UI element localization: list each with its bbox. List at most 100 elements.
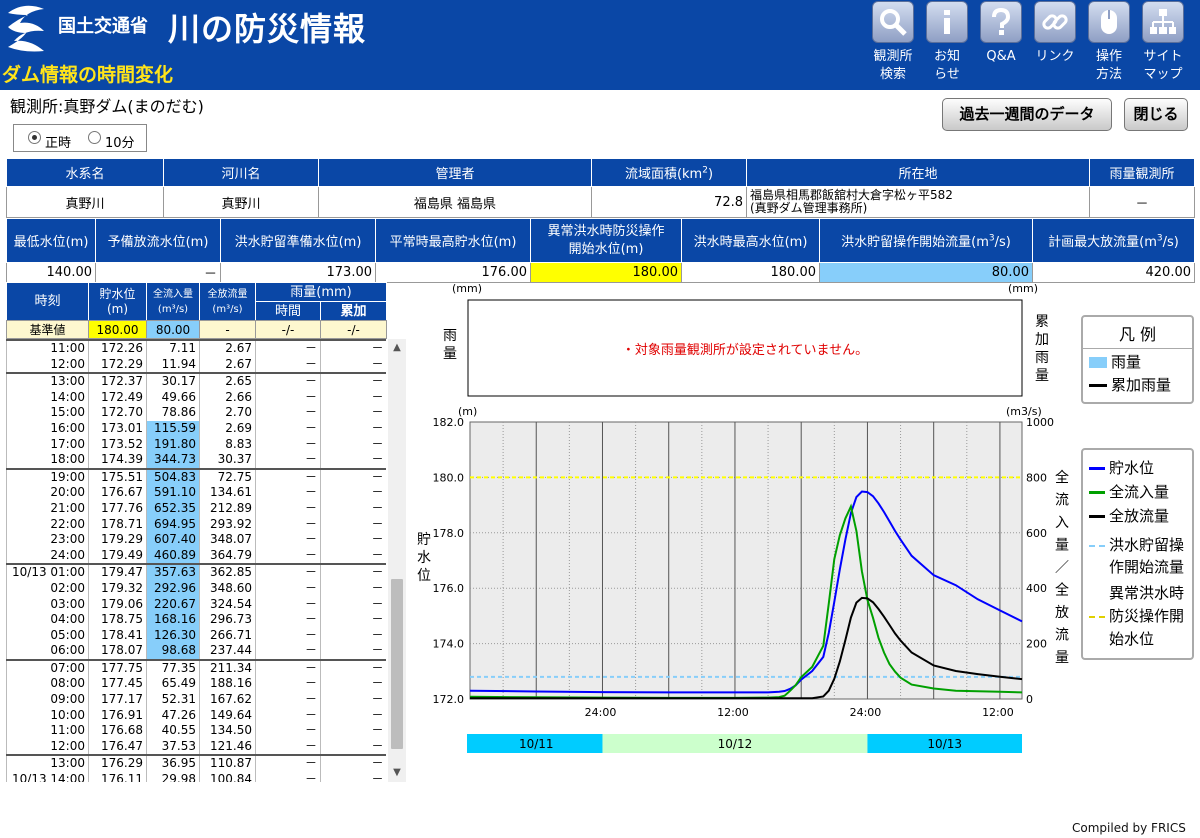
left-tick-label: 180.0 [433,471,465,484]
col-rain-cum: 累加 [319,301,388,321]
scroll-up-arrow-icon[interactable]: ▲ [388,339,406,357]
base-rain-hour: -/- [255,320,321,339]
row-time: 17:00 [6,436,89,453]
header-area: 流域面積(km2) [591,158,747,187]
row-time: 19:00 [6,468,89,486]
row-time: 18:00 [6,452,89,468]
table-row: 04:00 178.75 168.16 296.73 －－ [6,612,386,628]
value-normal-max: 176.00 [375,262,531,283]
left-label-char: 水 [417,550,431,566]
row-rain-hour: － [255,738,321,755]
row-rain-cum: － [320,738,386,755]
row-rain-hour: － [255,755,321,773]
row-inflow: 49.66 [146,389,200,406]
base-level: 180.00 [88,320,147,339]
row-rain-hour: － [255,643,321,659]
row-rain-hour: － [255,468,321,486]
row-outflow: 134.50 [199,723,256,739]
row-outflow: 188.16 [199,676,256,693]
row-time: 11:00 [6,340,89,357]
ministry-name: 国土交通省 [58,16,148,37]
nav-sitemap-button[interactable]: サイト マップ [1136,0,1190,90]
timeseries-scrollbar[interactable]: ▲ ▼ [388,339,406,782]
row-rain-cum: － [320,612,386,628]
legend-title: 凡 例 [1083,321,1192,349]
row-outflow: 266.71 [199,627,256,644]
row-inflow: 40.55 [146,723,200,739]
col-time: 時刻 [6,282,89,321]
row-rain-hour: － [255,596,321,613]
nav-link-button[interactable]: リンク [1028,0,1082,90]
right-label-char: ／ [1055,560,1069,576]
row-level: 172.26 [88,340,147,357]
row-time: 20:00 [6,485,89,501]
row-outflow: 121.46 [199,738,256,755]
table-row: 14:00 172.49 49.66 2.66 －－ [6,389,386,406]
nav-howto-button[interactable]: 操作 方法 [1082,0,1136,90]
table-row: 21:00 177.76 652.35 212.89 －－ [6,500,386,517]
dam-levels-table: 最低水位(m) 予備放流水位(m) 洪水貯留準備水位(m) 平常時最高貯水位(m… [6,218,1195,283]
table-row: 23:00 179.29 607.40 348.07 －－ [6,532,386,548]
right-label-char: 全 [1055,469,1069,486]
timeseries-group: 13:00 172.37 30.17 2.65 －－ 14:00 172.49 49.66 2.… [6,372,386,468]
row-rain-cum: － [320,356,386,373]
legend-abnormal-1: 異常洪水時 [1109,584,1185,602]
row-level: 172.29 [88,356,147,373]
row-level: 176.47 [88,738,147,755]
row-inflow: 292.96 [146,580,200,597]
table-row: 20:00 176.67 591.10 134.61 －－ [6,485,386,501]
row-inflow: 126.30 [146,627,200,644]
scroll-thumb[interactable] [391,579,403,749]
table-row: 11:00 172.26 7.11 2.67 －－ [6,340,386,357]
value-flood-max: 180.00 [681,262,820,283]
row-inflow: 52.31 [146,692,200,708]
baseline-row: 基準値 180.00 80.00 - -/- -/- [6,320,387,339]
right-label-char: 全 [1055,582,1069,599]
value-flood-prep: 173.00 [220,262,376,283]
row-outflow: 237.44 [199,643,256,659]
page-heading: ダム情報の時間変化 [2,64,174,86]
left-label-char: 貯 [417,532,431,548]
value-flood-flow: 80.00 [819,262,1033,283]
row-rain-cum: － [320,485,386,501]
ten-minute-label: 10分 [105,136,135,151]
left-label-char: 位 [417,568,431,584]
table-row: 18:00 174.39 344.73 30.37 －－ [6,452,386,468]
base-label: 基準値 [6,320,89,339]
timeseries-list[interactable]: 11:00 172.26 7.11 2.67 －－ 12:00 172.29 11.94 2.6… [6,339,386,782]
row-outflow: 2.67 [199,340,256,357]
past-week-data-button[interactable]: 過去一週間のデータ [942,98,1112,131]
legend-flood-flow-2: 作開始流量 [1109,558,1185,576]
header-rain-station: 雨量観測所 [1089,158,1195,187]
row-rain-cum: － [320,564,386,581]
row-rain-hour: － [255,772,321,782]
row-time: 05:00 [6,627,89,644]
sitemap-icon [1142,1,1184,43]
header-pre-release: 予備放流水位(m) [95,218,221,263]
table-row: 13:00 176.29 36.95 110.87 －－ [6,755,386,773]
nav-station-search-button[interactable]: 観測所 検索 [866,0,920,90]
ten-minute-radio[interactable] [88,131,101,144]
hourly-radio[interactable] [28,131,41,144]
row-inflow: 652.35 [146,500,200,517]
row-rain-cum: － [320,676,386,693]
nav-notice-button[interactable]: お知 らせ [920,0,974,90]
table-row: 19:00 175.51 504.83 72.75 －－ [6,468,386,486]
right-label-char: 量 [1055,650,1069,666]
header-manager: 管理者 [318,158,592,187]
close-button[interactable]: 閉じる [1124,98,1188,131]
timeseries-group: 13:00 176.29 36.95 110.87 －－ 10/13 14:00 176.1… [6,754,386,782]
header-flood-max: 洪水時最高水位(m) [681,218,820,263]
table-row: 05:00 178.41 126.30 266.71 －－ [6,627,386,644]
scroll-down-arrow-icon[interactable]: ▼ [388,764,406,782]
row-outflow: 8.83 [199,436,256,453]
row-rain-cum: － [320,643,386,659]
nav-qa-button[interactable]: Q&A [974,0,1028,90]
legend-level: 貯水位 [1089,459,1154,478]
x-tick-label: 24:00 [585,706,617,719]
table-row: 07:00 177.75 77.35 211.34 －－ [6,659,386,677]
row-rain-hour: － [255,516,321,533]
row-time: 13:00 [6,755,89,773]
row-rain-cum: － [320,547,386,564]
header-plan-max: 計画最大放流量(m3/s) [1032,218,1195,263]
